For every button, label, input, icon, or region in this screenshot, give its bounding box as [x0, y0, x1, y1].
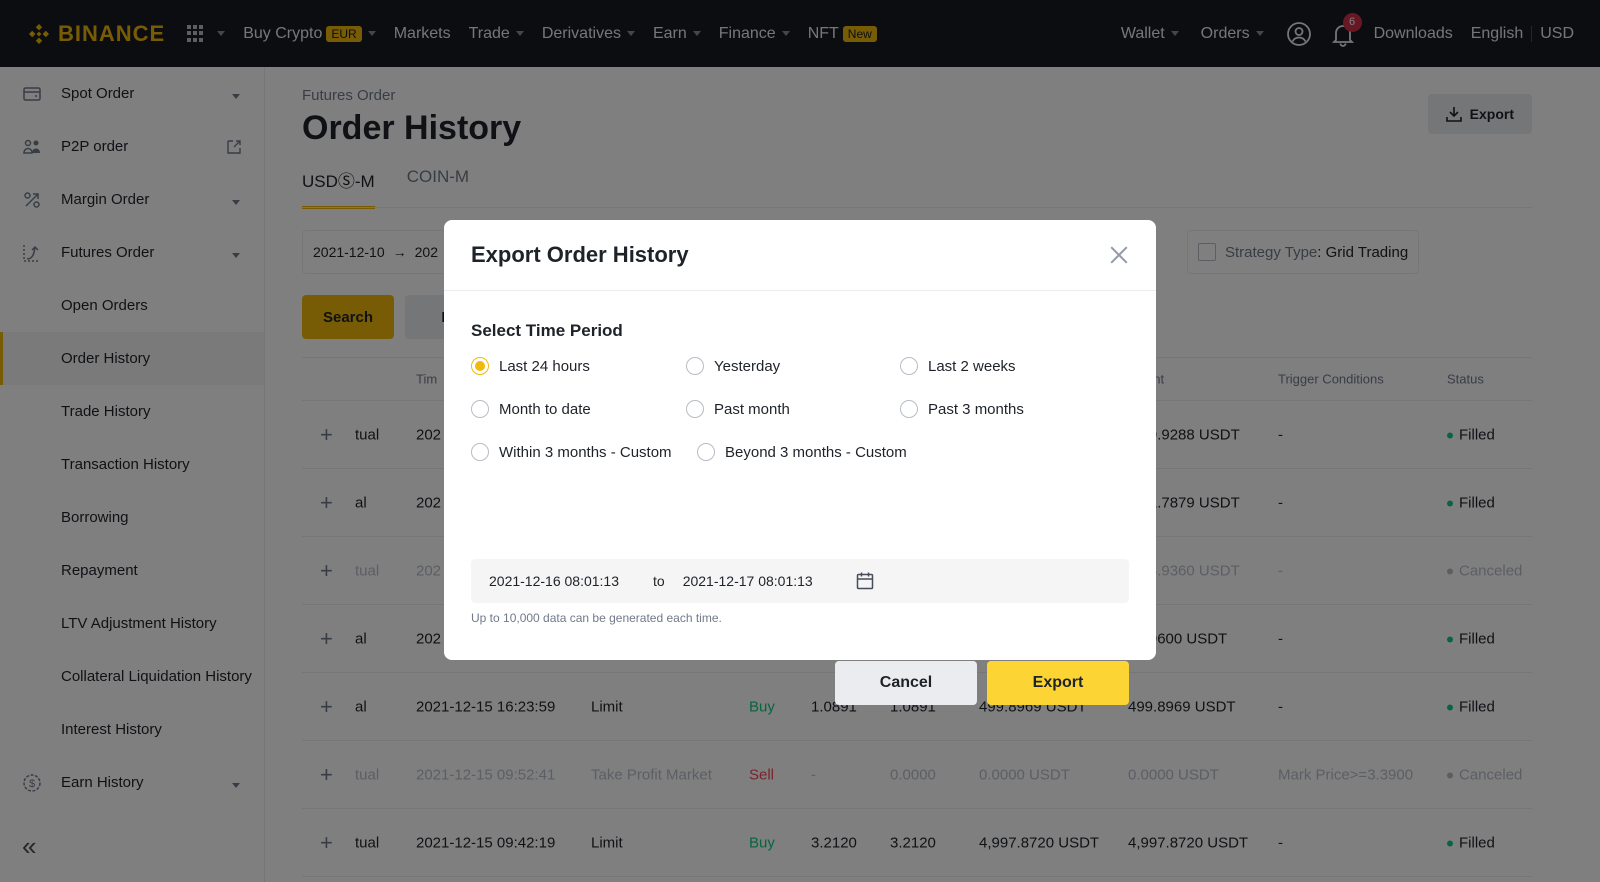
- radio-option[interactable]: Past 3 months: [900, 400, 1024, 418]
- radio-button-icon[interactable]: [471, 443, 489, 461]
- cancel-button[interactable]: Cancel: [835, 661, 977, 705]
- radio-option[interactable]: Last 24 hours: [471, 357, 590, 375]
- radio-label: Past month: [714, 400, 790, 418]
- radio-button-icon[interactable]: [697, 443, 715, 461]
- radio-button-icon[interactable]: [686, 400, 704, 418]
- radio-label: Last 24 hours: [499, 357, 590, 375]
- radio-label: Yesterday: [714, 357, 781, 375]
- radio-option[interactable]: Past month: [686, 400, 790, 418]
- dialog-header: Export Order History: [444, 220, 1156, 291]
- radio-option[interactable]: Yesterday: [686, 357, 780, 375]
- range-to-input[interactable]: [682, 573, 829, 589]
- export-limit-hint: Up to 10,000 data can be generated each …: [471, 611, 722, 625]
- time-period-label: Select Time Period: [471, 321, 623, 340]
- radio-option[interactable]: Beyond 3 months - Custom: [697, 443, 907, 461]
- radio-option[interactable]: Last 2 weeks: [900, 357, 1016, 375]
- dialog-title: Export Order History: [471, 242, 689, 267]
- radio-label: Last 2 weeks: [928, 357, 1016, 375]
- close-icon[interactable]: [1109, 245, 1129, 265]
- radio-label: Beyond 3 months - Custom: [725, 443, 907, 461]
- range-separator: to: [653, 573, 665, 589]
- radio-button-icon[interactable]: [686, 357, 704, 375]
- range-from-input[interactable]: [489, 573, 635, 589]
- custom-date-range: to: [471, 559, 1129, 603]
- confirm-export-button[interactable]: Export: [987, 661, 1129, 705]
- export-order-history-dialog: Export Order History Select Time Period …: [444, 220, 1156, 705]
- radio-option[interactable]: Within 3 months - Custom: [471, 443, 672, 461]
- radio-label: Past 3 months: [928, 400, 1024, 418]
- radio-button-icon[interactable]: [900, 400, 918, 418]
- radio-button-icon[interactable]: [900, 357, 918, 375]
- radio-button-icon[interactable]: [471, 400, 489, 418]
- radio-label: Within 3 months - Custom: [499, 443, 672, 461]
- radio-option[interactable]: Month to date: [471, 400, 591, 418]
- radio-label: Month to date: [499, 400, 591, 418]
- calendar-icon[interactable]: [855, 571, 875, 591]
- radio-button-icon[interactable]: [471, 357, 489, 375]
